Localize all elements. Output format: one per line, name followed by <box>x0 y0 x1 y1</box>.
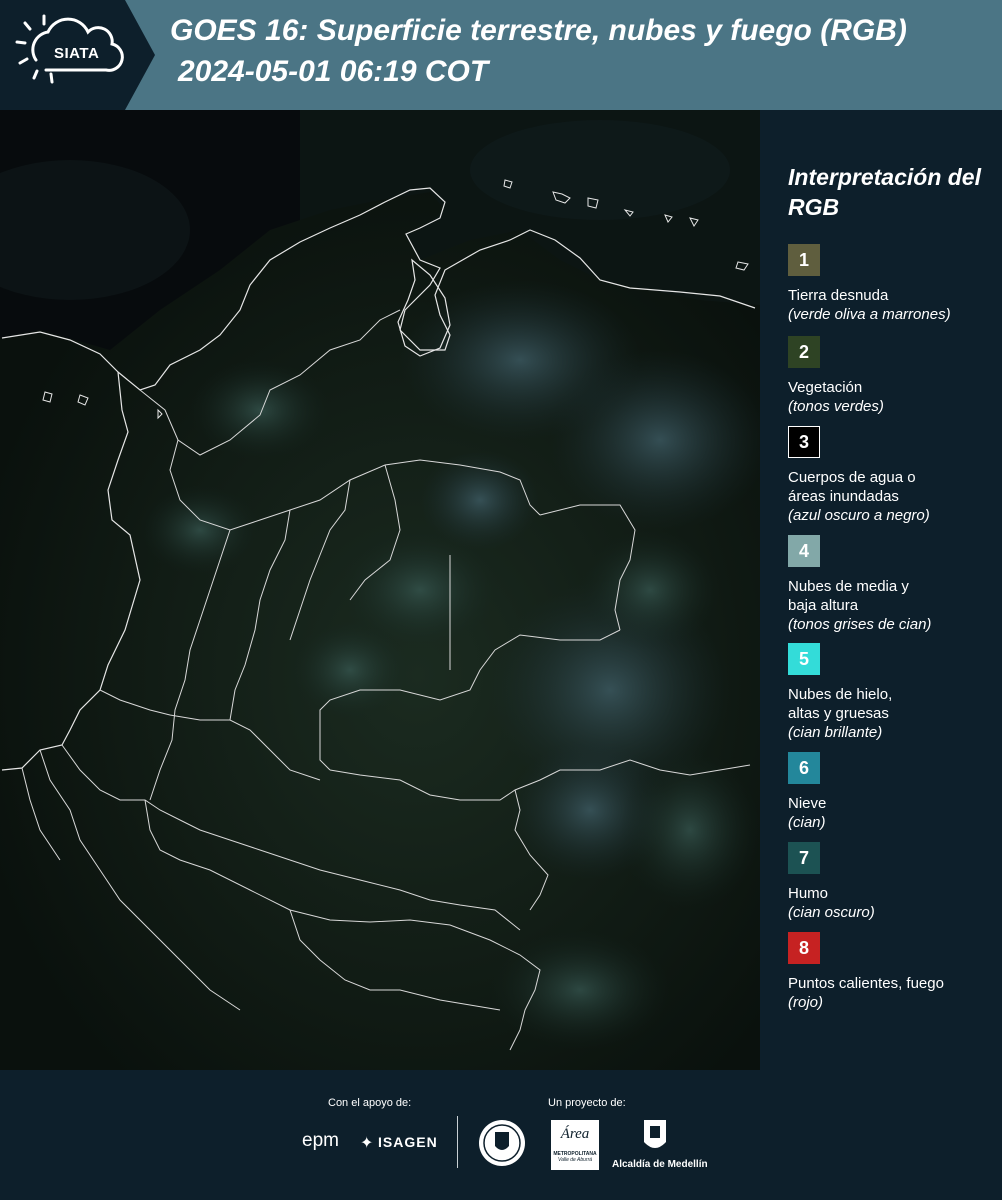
support-label: Con el apoyo de: <box>328 1097 412 1109</box>
legend-item-snow: 6 Nieve (cian) <box>788 752 998 832</box>
legend-label: Nieve <box>788 795 827 812</box>
legend-swatch: 5 <box>788 643 820 675</box>
page-timestamp: 2024-05-01 06:19 COT <box>178 55 489 88</box>
legend-item-water: 3 Cuerpos de agua o áreas inundadas (azu… <box>788 426 998 525</box>
legend-swatch: 1 <box>788 244 820 276</box>
logo-label: SIATA <box>54 45 100 62</box>
legend-sublabel: (tonos grises de cian) <box>788 616 932 633</box>
legend-sublabel: (cian) <box>788 814 826 831</box>
legend-label: Cuerpos de agua o áreas inundadas <box>788 469 916 505</box>
area-metropolitana-logo: Área METROPOLITANA Valle de Aburrá <box>551 1120 599 1170</box>
legend-label: Vegetación <box>788 379 863 396</box>
project-label: Un proyecto de: <box>548 1097 626 1109</box>
legend-item-smoke: 7 Humo (cian oscuro) <box>788 842 998 922</box>
medellin-seal-icon <box>477 1118 527 1168</box>
legend-item-vegetation: 2 Vegetación (tonos verdes) <box>788 336 998 416</box>
legend-label: Humo <box>788 885 829 902</box>
legend-sublabel: (rojo) <box>788 994 824 1011</box>
area-logo-title: Área <box>560 1126 590 1142</box>
legend-sublabel: (cian oscuro) <box>788 904 875 921</box>
legend-panel: Interpretación del RGB 1 Tierra desnuda … <box>760 110 1002 1070</box>
isagen-logo: ISAGEN <box>378 1134 438 1150</box>
legend-swatch: 3 <box>788 426 820 458</box>
legend-item-ice-clouds: 5 Nubes de hielo, altas y gruesas (cian … <box>788 643 998 742</box>
legend-swatch: 7 <box>788 842 820 874</box>
legend-item-bare-land: 1 Tierra desnuda (verde oliva a marrones… <box>788 244 998 324</box>
legend-label: Puntos calientes, fuego <box>788 975 944 992</box>
legend-label: Nubes de hielo, altas y gruesas <box>788 686 893 722</box>
legend-title: Interpretación del RGB <box>788 164 981 220</box>
alcaldia-crest-icon <box>642 1118 668 1154</box>
area-logo-line2: Valle de Aburrá <box>557 1157 593 1163</box>
legend-sublabel: (tonos verdes) <box>788 398 884 415</box>
legend-swatch: 8 <box>788 932 820 964</box>
page-title: GOES 16: Superficie terrestre, nubes y f… <box>170 14 907 47</box>
legend-label: Tierra desnuda <box>788 287 889 304</box>
legend-item-fire: 8 Puntos calientes, fuego (rojo) <box>788 932 998 1012</box>
legend-sublabel: (cian brillante) <box>788 724 883 741</box>
siata-logo: SIATA <box>0 0 155 110</box>
footer: Con el apoyo de: Un proyecto de: epm ✦ I… <box>0 1070 1002 1200</box>
satellite-map[interactable] <box>0 110 760 1070</box>
legend-label: Nubes de media y baja altura <box>788 578 909 614</box>
legend-swatch: 6 <box>788 752 820 784</box>
legend-swatch: 2 <box>788 336 820 368</box>
epm-logo: epm <box>302 1130 339 1151</box>
footer-divider <box>457 1116 458 1168</box>
legend-sublabel: (azul oscuro a negro) <box>788 507 930 524</box>
map-canvas <box>0 110 760 1070</box>
legend-swatch: 4 <box>788 535 820 567</box>
legend-item-low-clouds: 4 Nubes de media y baja altura (tonos gr… <box>788 535 998 634</box>
legend-sublabel: (verde oliva a marrones) <box>788 306 951 323</box>
alcaldia-label: Alcaldía de Medellín <box>612 1159 708 1170</box>
header-bar: SIATA GOES 16: Superficie terrestre, nub… <box>0 0 1002 110</box>
isagen-icon: ✦ <box>360 1135 374 1152</box>
